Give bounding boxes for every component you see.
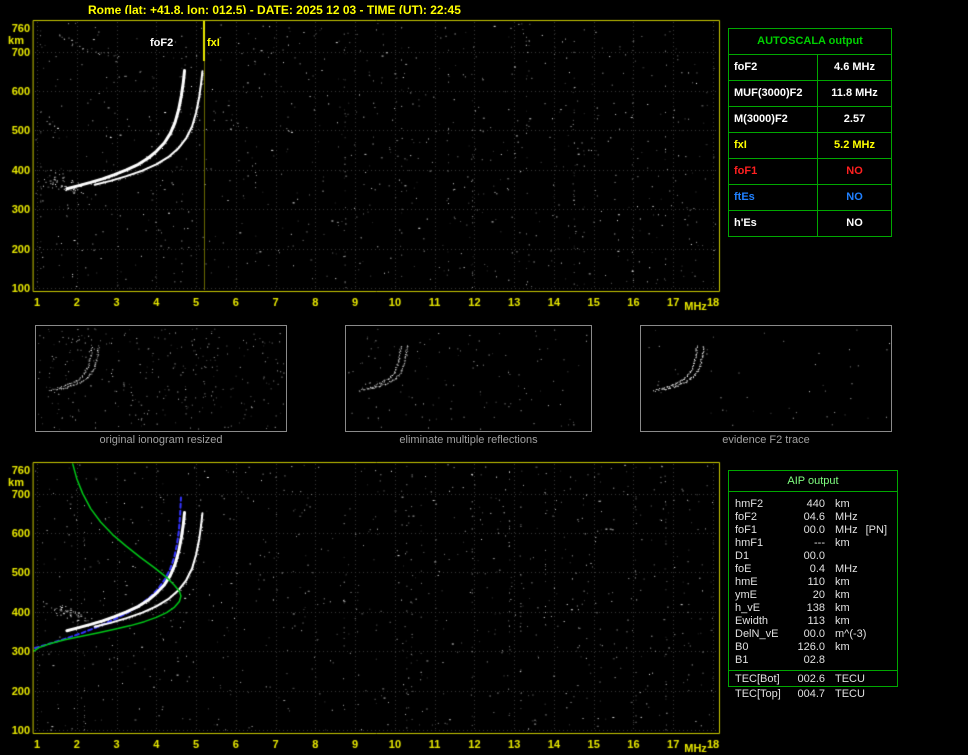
table-row: foE 0.4 MHz <box>729 563 897 576</box>
aip-unit: km <box>835 537 850 549</box>
aip-unit: km <box>835 602 850 614</box>
table-row: D1 00.0 <box>729 550 897 563</box>
top-ionogram-canvas <box>0 14 725 314</box>
table-row: M(3000)F2 2.57 <box>729 107 891 133</box>
aip-unit: TECU <box>835 688 865 700</box>
table-row: h_vE 138 km <box>729 602 897 615</box>
aip-value: 004.7 <box>797 688 825 700</box>
aip-value: 113 <box>807 615 825 627</box>
aip-param: DelN_vE <box>735 628 779 640</box>
thumbnail-caption: eliminate multiple reflections <box>399 434 538 446</box>
aip-value: 00.0 <box>803 628 825 640</box>
row-value: NO <box>846 217 863 229</box>
thumbnail-original-ionogram <box>35 325 287 432</box>
thumbnail-caption: evidence F2 trace <box>722 434 810 446</box>
row-value: NO <box>846 165 863 177</box>
table-row: hmE 110 km <box>729 576 897 589</box>
aip-unit: TECU <box>835 673 865 685</box>
aip-value: 002.6 <box>797 673 825 685</box>
aip-param: Ewidth <box>735 615 769 627</box>
aip-param: hmF2 <box>735 498 764 510</box>
row-label: foF1 <box>729 159 818 184</box>
fxi-label: fxI <box>207 37 220 49</box>
aip-title: AIP output <box>729 471 897 492</box>
bottom-ionogram-canvas <box>0 456 725 755</box>
table-row: Ewidth 113 km <box>729 615 897 628</box>
row-label: ftEs <box>729 185 818 210</box>
table-row: foF1 NO <box>729 159 891 185</box>
aip-value: --- <box>814 537 825 549</box>
aip-value: 00.0 <box>803 550 825 562</box>
aip-param: foF1 <box>735 524 758 536</box>
aip-unit: km <box>835 589 850 601</box>
aip-body: hmF2 440 km foF2 04.6 MHz foF1 00.0 MHz … <box>729 492 897 686</box>
aip-output-table: AIP output hmF2 440 km foF2 04.6 MHz foF… <box>728 470 898 687</box>
table-row: foF1 00.0 MHz [PN] <box>729 524 897 537</box>
aip-value: 126.0 <box>797 641 825 653</box>
aip-tec-top-row: TEC[Top] 004.7 TECU <box>728 688 896 701</box>
fof2-label: foF2 <box>150 37 174 49</box>
table-row: B0 126.0 km <box>729 641 897 654</box>
aip-unit: km <box>835 615 850 627</box>
row-value: 2.57 <box>843 113 866 125</box>
aip-value: 110 <box>807 576 825 588</box>
row-value: NO <box>846 191 863 203</box>
table-row: foF2 04.6 MHz <box>729 511 897 524</box>
aip-unit: MHz <box>835 563 858 575</box>
aip-value: 20 <box>812 589 825 601</box>
row-label: foF2 <box>729 55 818 80</box>
aip-param: B1 <box>735 654 749 666</box>
aip-value: 00.0 <box>803 524 825 536</box>
aip-unit: km <box>835 498 850 510</box>
aip-unit: MHz <box>835 524 858 536</box>
autoscala-screen: Rome (lat: +41.8, lon: 012.5) - DATE: 20… <box>0 0 968 755</box>
row-label: MUF(3000)F2 <box>729 81 818 106</box>
row-label: h'Es <box>729 211 818 236</box>
row-value: 11.8 MHz <box>831 87 878 99</box>
table-row: DelN_vE 00.0 m^(-3) <box>729 628 897 641</box>
autoscala-output-table: AUTOSCALA output foF2 4.6 MHz MUF(3000)F… <box>728 28 892 237</box>
aip-param: TEC[Bot] <box>735 673 780 685</box>
aip-param: hmE <box>735 576 758 588</box>
table-row: ymE 20 km <box>729 589 897 602</box>
table-row: fxI 5.2 MHz <box>729 133 891 159</box>
aip-param: hmF1 <box>735 537 764 549</box>
aip-value: 440 <box>806 498 825 510</box>
row-value: 5.2 MHz <box>834 139 875 151</box>
thumbnail-multiple-reflections-removed <box>345 325 592 432</box>
table-row: hmF2 440 km <box>729 498 897 511</box>
table-row: TEC[Top] 004.7 TECU <box>728 688 896 701</box>
row-label: fxI <box>729 133 818 158</box>
divider <box>729 670 897 671</box>
aip-param: h_vE <box>735 602 761 614</box>
table-row: MUF(3000)F2 11.8 MHz <box>729 81 891 107</box>
thumbnail-f2-trace-evidence <box>640 325 892 432</box>
aip-param: foF2 <box>735 511 758 523</box>
thumbnail-caption: original ionogram resized <box>99 434 223 446</box>
table-row: hmF1 --- km <box>729 537 897 550</box>
row-value: 4.6 MHz <box>834 61 875 73</box>
aip-value: 0.4 <box>809 563 825 575</box>
aip-unit: m^(-3) <box>835 628 867 640</box>
aip-value: 04.6 <box>803 511 825 523</box>
aip-value: 138 <box>806 602 825 614</box>
table-row: h'Es NO <box>729 211 891 236</box>
aip-unit: km <box>835 576 850 588</box>
aip-param: TEC[Top] <box>735 688 781 700</box>
table-row: TEC[Bot] 002.6 TECU <box>729 673 897 686</box>
autoscala-title: AUTOSCALA output <box>729 29 891 55</box>
aip-unit: km <box>835 641 850 653</box>
aip-value: 02.8 <box>803 654 825 666</box>
table-row: ftEs NO <box>729 185 891 211</box>
row-label: M(3000)F2 <box>729 107 818 132</box>
aip-param: D1 <box>735 550 750 562</box>
aip-note: [PN] <box>865 524 888 536</box>
aip-param: ymE <box>735 589 757 601</box>
table-row: foF2 4.6 MHz <box>729 55 891 81</box>
aip-unit: MHz <box>835 511 858 523</box>
table-row: B1 02.8 <box>729 654 897 667</box>
aip-param: foE <box>735 563 752 575</box>
aip-param: B0 <box>735 641 749 653</box>
